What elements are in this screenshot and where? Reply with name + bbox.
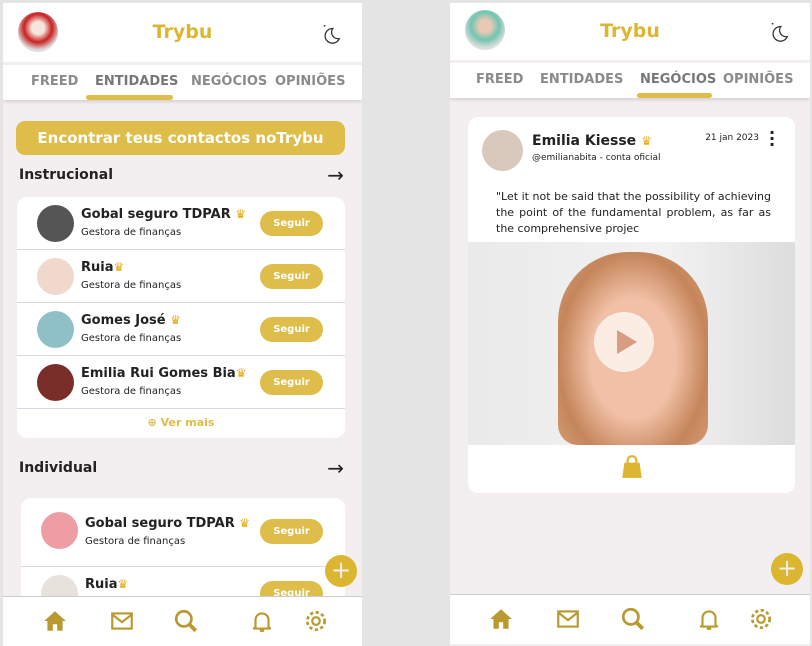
follow-button[interactable]: Seguir: [260, 370, 323, 395]
crown-icon: ♛: [117, 577, 129, 591]
avatar: [37, 205, 74, 242]
name: Gobal seguro TDPAR: [81, 207, 231, 222]
entity-name: Gobal seguro TDPAR ♛: [81, 207, 246, 222]
bell-icon[interactable]: [696, 606, 722, 632]
settings-gear-icon[interactable]: [748, 606, 774, 632]
post-video[interactable]: [468, 242, 795, 445]
app-title: Trybu: [600, 20, 660, 42]
post-handle: @emilianabita - conta oficial: [532, 153, 661, 163]
play-icon: [617, 330, 637, 354]
tab-opinioes[interactable]: OPINIÕES: [275, 74, 345, 89]
tab-bar: FREED ENTIDADES NEGÓCIOS OPINIÕES: [450, 63, 810, 98]
name: Ruia: [85, 577, 118, 592]
follow-button[interactable]: Seguir: [260, 264, 323, 289]
settings-gear-icon[interactable]: [303, 608, 329, 634]
name: Emilia Rui Gomes Bia: [81, 366, 236, 381]
avatar: [37, 258, 74, 295]
list-item: Ruia♛ Gestora de finanças Seguir: [17, 250, 345, 303]
arrow-right-icon[interactable]: →: [327, 163, 344, 187]
follow-button[interactable]: Seguir: [260, 317, 323, 342]
section-title: Individual: [19, 460, 98, 476]
tab-negocios[interactable]: NEGÓCIOS: [191, 74, 267, 89]
bell-icon[interactable]: [249, 608, 275, 634]
more-options-icon[interactable]: · · ·: [769, 125, 775, 153]
tab-opinioes[interactable]: OPINIÕES: [723, 72, 793, 87]
entity-role: Gestora de finanças: [81, 280, 182, 291]
name: Gomes José: [81, 313, 166, 328]
author-avatar[interactable]: [482, 130, 523, 171]
crown-icon: ♛: [113, 260, 125, 274]
tab-bar: FREED ENTIDADES NEGÓCIOS OPINIÕES: [3, 65, 362, 100]
post-date: 21 jan 2023: [705, 133, 759, 143]
post-text: "Let it not be said that the possibility…: [496, 190, 771, 235]
dark-mode-moon-icon[interactable]: [320, 23, 342, 45]
avatar: [37, 364, 74, 401]
avatar: [37, 311, 74, 348]
post-card: Emilia Kiesse ♛ @emilianabita - conta of…: [468, 117, 795, 493]
plus-circle-icon: ⊕: [147, 416, 157, 429]
mail-icon[interactable]: [555, 606, 581, 632]
active-tab-indicator: [637, 93, 712, 98]
search-icon[interactable]: [620, 606, 646, 632]
name: Gobal seguro TDPAR: [85, 516, 235, 531]
entity-name: Ruia♛: [81, 260, 124, 275]
tab-freed[interactable]: FREED: [31, 74, 78, 89]
entity-name: Emilia Rui Gomes Bia♛: [81, 366, 246, 381]
follow-button[interactable]: Seguir: [260, 519, 323, 544]
entity-name: Ruia♛: [85, 577, 128, 592]
author-name: Emilia Kiesse: [532, 133, 637, 149]
entity-role: Gestora de finanças: [85, 536, 186, 547]
tab-entidades[interactable]: ENTIDADES: [95, 74, 178, 89]
follow-button[interactable]: Seguir: [260, 211, 323, 236]
header: Trybu: [450, 3, 810, 60]
see-more-label: Ver mais: [160, 416, 215, 429]
play-button[interactable]: [594, 312, 654, 372]
crown-icon: ♛: [235, 207, 247, 221]
home-icon[interactable]: [42, 608, 68, 634]
search-icon[interactable]: [173, 608, 199, 634]
dark-mode-moon-icon[interactable]: [768, 21, 790, 43]
app-title: Trybu: [152, 21, 213, 43]
list-item: Emilia Rui Gomes Bia♛ Gestora de finanças…: [17, 356, 345, 409]
bottom-nav: [450, 594, 810, 644]
find-contacts-button[interactable]: Encontrar teus contactos noTrybu: [16, 121, 345, 155]
tab-freed[interactable]: FREED: [476, 72, 523, 87]
mail-icon[interactable]: [109, 608, 135, 634]
crown-icon: ♛: [239, 516, 251, 530]
header: Trybu: [3, 3, 362, 62]
name: Ruia: [81, 260, 114, 275]
home-icon[interactable]: [488, 606, 514, 632]
entity-role: Gestora de finanças: [81, 227, 182, 238]
see-more-link[interactable]: ⊕ Ver mais: [17, 409, 345, 437]
entity-name: Gobal seguro TDPAR ♛: [85, 516, 250, 531]
active-tab-indicator: [86, 95, 173, 100]
crown-icon: ♛: [170, 313, 181, 327]
add-fab-button[interactable]: +: [771, 553, 803, 585]
negocios-screen: Trybu FREED ENTIDADES NEGÓCIOS OPINIÕES …: [450, 3, 810, 646]
tab-entidades[interactable]: ENTIDADES: [540, 72, 623, 87]
list-item: Gobal seguro TDPAR ♛ Gestora de finanças S…: [21, 498, 345, 567]
entity-role: Gestora de finanças: [81, 386, 182, 397]
instrucional-card: Gobal seguro TDPAR ♛ Gestora de finanças S…: [17, 197, 345, 438]
crown-icon: ♛: [641, 134, 652, 148]
arrow-right-icon[interactable]: →: [327, 456, 344, 480]
entity-name: Gomes José ♛: [81, 313, 181, 328]
crown-icon: ♛: [235, 366, 247, 380]
add-fab-button[interactable]: +: [325, 555, 357, 587]
entity-role: Gestora de finanças: [81, 333, 182, 344]
bottom-nav: [3, 596, 362, 646]
tab-negocios[interactable]: NEGÓCIOS: [640, 72, 716, 87]
entidades-screen: Trybu FREED ENTIDADES NEGÓCIOS OPINIÕES …: [3, 3, 362, 646]
shopping-bag-icon[interactable]: [619, 454, 645, 480]
avatar: [41, 512, 78, 549]
post-author[interactable]: Emilia Kiesse ♛: [532, 133, 652, 149]
list-item: Gomes José ♛ Gestora de finanças Seguir: [17, 303, 345, 356]
section-title: Instrucional: [19, 167, 114, 183]
list-item: Gobal seguro TDPAR ♛ Gestora de finanças S…: [17, 197, 345, 250]
